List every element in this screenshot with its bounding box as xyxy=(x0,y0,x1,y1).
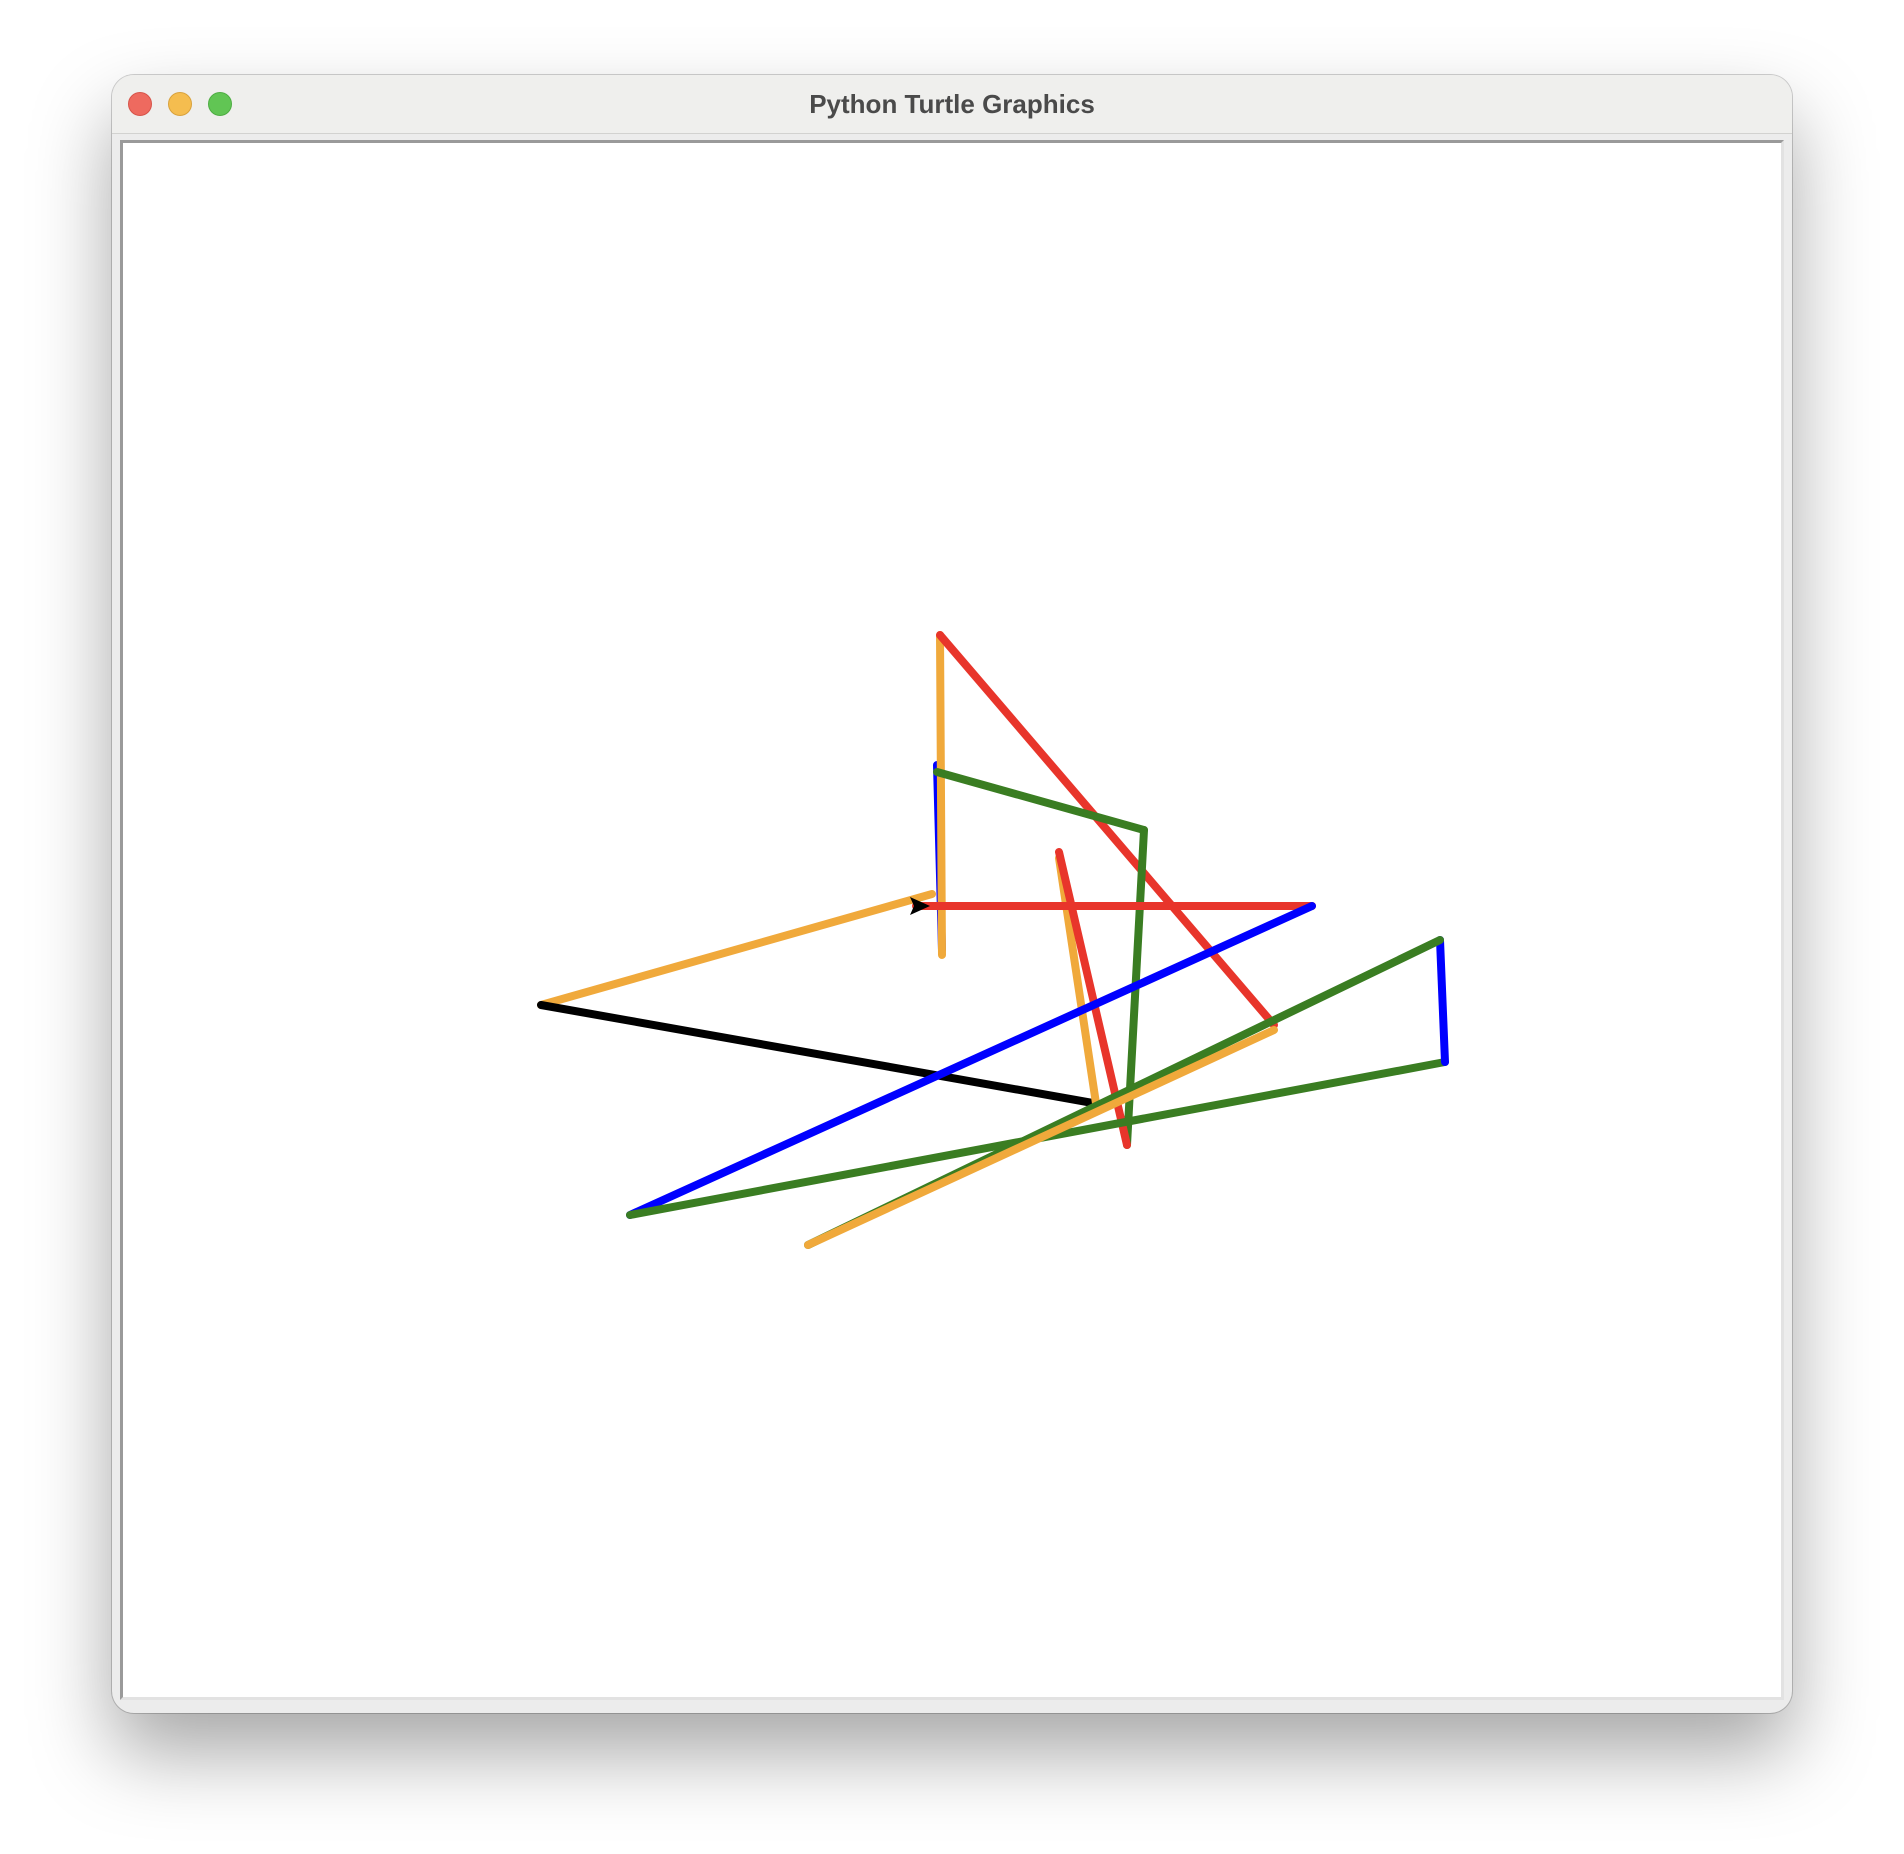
title-bar[interactable]: Python Turtle Graphics xyxy=(112,75,1792,134)
turtle-path-segment xyxy=(936,631,1278,1029)
turtle-path-segment xyxy=(537,1001,1108,1109)
turtle-canvas[interactable] xyxy=(123,143,1781,1697)
turtle-window: Python Turtle Graphics xyxy=(112,75,1792,1713)
turtle-path-segment xyxy=(933,768,1148,834)
turtle-path-segment xyxy=(537,890,936,1009)
turtle-path-segment xyxy=(1436,936,1449,1066)
window-title: Python Turtle Graphics xyxy=(809,89,1095,119)
turtle-canvas-frame xyxy=(120,140,1784,1700)
